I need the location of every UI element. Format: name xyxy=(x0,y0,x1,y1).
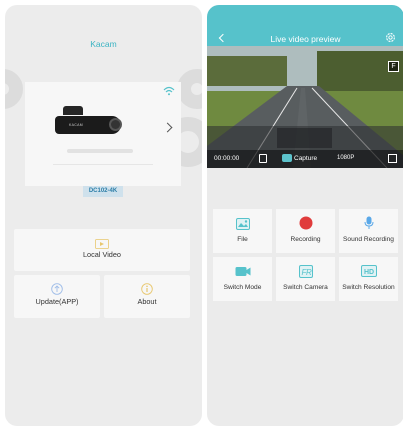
dashcam-brand: KACAM xyxy=(69,123,83,127)
microphone-icon xyxy=(364,216,373,229)
sound-recording-button[interactable]: Sound Recording xyxy=(339,209,398,253)
live-preview-screen: Live video preview F 00:00:00 Capture 10… xyxy=(207,5,403,426)
image-icon xyxy=(235,218,250,230)
dashcam-lens xyxy=(109,118,122,131)
record-icon xyxy=(299,216,312,230)
file-label: File xyxy=(237,236,248,243)
resolution-label[interactable]: 1080P xyxy=(337,155,354,161)
capture-button[interactable]: Capture xyxy=(294,155,317,162)
video-control-bar: 00:00:00 Capture 1080P xyxy=(207,150,403,168)
switch-resolution-button[interactable]: HD Switch Resolution xyxy=(339,257,398,301)
page-title: Live video preview xyxy=(270,34,341,44)
device-name-placeholder xyxy=(67,149,133,153)
video-camera-icon xyxy=(235,267,250,276)
app-title: Kacam xyxy=(90,39,117,49)
gear-icon[interactable] xyxy=(384,31,397,44)
dashcam-mount xyxy=(63,106,83,115)
device-card[interactable]: KACAM xyxy=(25,82,181,186)
model-badge: DC102-4K xyxy=(83,186,123,197)
recording-button[interactable]: Recording xyxy=(276,209,335,253)
lens-badge[interactable]: F xyxy=(388,61,399,72)
sound-recording-label: Sound Recording xyxy=(343,236,394,243)
info-icon xyxy=(141,283,153,295)
update-app-label: Update(APP) xyxy=(35,297,79,306)
video-file-icon xyxy=(95,239,109,249)
svg-text:R: R xyxy=(306,268,312,277)
fullscreen-icon[interactable] xyxy=(388,154,397,163)
switch-camera-button[interactable]: F R Switch Camera xyxy=(276,257,335,301)
switch-camera-icon: F R xyxy=(298,265,313,278)
switch-mode-label: Switch Mode xyxy=(223,284,262,291)
live-video-feed[interactable]: F 00:00:00 Capture 1080P xyxy=(207,46,403,168)
home-screen: Kacam KACAM DC102-4K Local Video Update(… xyxy=(5,5,202,426)
switch-resolution-label: Switch Resolution xyxy=(342,284,395,291)
wifi-icon xyxy=(163,86,175,96)
divider xyxy=(53,164,153,165)
background-decoration xyxy=(5,69,23,109)
switch-mode-button[interactable]: Switch Mode xyxy=(213,257,272,301)
local-video-label: Local Video xyxy=(82,250,121,259)
recording-label: Recording xyxy=(290,236,321,243)
chevron-right-icon[interactable] xyxy=(162,122,173,133)
local-video-button[interactable]: Local Video xyxy=(14,229,190,271)
about-label: About xyxy=(137,297,157,306)
timestamp: 00:00:00 xyxy=(214,155,240,162)
snapshot-icon[interactable] xyxy=(259,154,267,163)
file-button[interactable]: File xyxy=(213,209,272,253)
svg-text:HD: HD xyxy=(364,269,374,276)
update-app-button[interactable]: Update(APP) xyxy=(14,275,100,318)
camera-icon[interactable] xyxy=(282,154,292,162)
hd-icon: HD xyxy=(360,265,377,277)
about-button[interactable]: About xyxy=(104,275,190,318)
switch-camera-label: Switch Camera xyxy=(283,284,328,291)
update-icon xyxy=(51,283,63,295)
